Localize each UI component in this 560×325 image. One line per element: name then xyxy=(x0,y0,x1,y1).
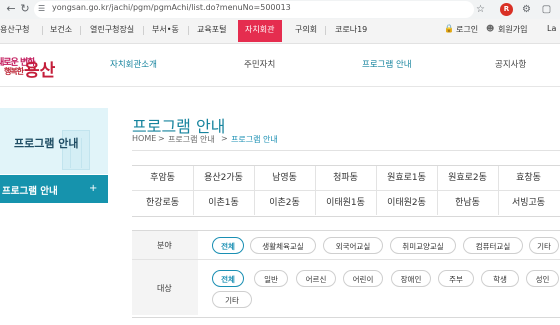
site-info-icon[interactable]: ☰ xyxy=(38,3,49,14)
logo-slogan-2: 행복한 xyxy=(4,67,24,76)
extension-icon[interactable]: R xyxy=(500,3,513,16)
govbar-item-gu-office[interactable]: 용산구청 xyxy=(0,24,29,35)
cell-divider xyxy=(498,166,499,190)
dong-button[interactable]: 이촌1동 xyxy=(193,191,254,215)
cell-divider xyxy=(254,166,255,190)
field-label: 분야 xyxy=(157,241,172,250)
sidepanel-icon[interactable]: ▢ xyxy=(540,3,553,16)
target-chip-all[interactable]: 전체 xyxy=(212,270,244,287)
breadcrumb-item[interactable]: 프로그램 안내 xyxy=(168,134,215,145)
url-text[interactable]: yongsan.go.kr/jachi/pgm/pgmAchi/list.do?… xyxy=(52,3,291,12)
field-chip-computer[interactable]: 컴퓨터교실 xyxy=(463,237,523,254)
breadcrumb-current: 프로그램 안내 xyxy=(231,135,278,144)
header-divider xyxy=(0,86,560,87)
target-chip-student[interactable]: 학생 xyxy=(481,270,519,287)
field-chip-sports[interactable]: 생활체육교실 xyxy=(250,237,316,254)
cell-divider xyxy=(254,191,255,215)
login-link[interactable]: 로그인 xyxy=(456,24,478,35)
divider xyxy=(188,26,189,35)
plus-icon[interactable]: + xyxy=(89,183,97,194)
target-chip-seniors[interactable]: 어르신 xyxy=(296,270,336,287)
dong-button[interactable]: 서빙고동 xyxy=(498,191,559,215)
dong-button[interactable]: 원효로1동 xyxy=(376,166,437,190)
target-chip-homemaker[interactable]: 주부 xyxy=(438,270,474,287)
dong-button[interactable]: 이촌2동 xyxy=(254,191,315,215)
title-divider xyxy=(132,150,560,151)
user-icon: ☻ xyxy=(486,24,495,33)
language-select[interactable]: La xyxy=(547,24,556,33)
field-chip-language[interactable]: 외국어교실 xyxy=(323,237,383,254)
govbar-item-mayor-office[interactable]: 열린구청장실 xyxy=(90,24,134,35)
dong-button[interactable]: 한강로동 xyxy=(132,191,193,215)
govbar-item-jachi[interactable]: 자치회관 xyxy=(245,24,274,35)
target-chip-children[interactable]: 어린이 xyxy=(343,270,383,287)
govbar-item-covid[interactable]: 코로나19 xyxy=(335,24,367,35)
divider xyxy=(42,26,43,35)
lock-icon: 🔒 xyxy=(444,24,454,33)
target-label: 대상 xyxy=(157,284,172,293)
divider xyxy=(143,26,144,35)
divider xyxy=(325,26,326,35)
bookmark-star-icon[interactable]: ☆ xyxy=(474,3,487,16)
sidebar-item-label[interactable]: 프로그램 안내 xyxy=(2,183,58,197)
cell-divider xyxy=(193,166,194,190)
dong-button[interactable]: 원효로2동 xyxy=(437,166,498,190)
govbar-item-departments[interactable]: 부서•동 xyxy=(152,24,179,35)
target-chip-adult[interactable]: 성인 xyxy=(526,270,559,287)
nav-jumin[interactable]: 주민자치 xyxy=(244,58,275,70)
nav-notice[interactable]: 공지사항 xyxy=(495,58,526,70)
filter-row-divider xyxy=(132,259,560,260)
dong-button[interactable]: 용산2가동 xyxy=(193,166,254,190)
cell-divider xyxy=(376,166,377,190)
dong-button[interactable]: 청파동 xyxy=(315,166,376,190)
dong-button[interactable]: 효창동 xyxy=(498,166,559,190)
cell-divider xyxy=(315,191,316,215)
breadcrumb-sep: > xyxy=(221,134,228,143)
govbar-item-health-center[interactable]: 보건소 xyxy=(50,24,72,35)
site-logo[interactable]: 용산 xyxy=(24,56,55,81)
field-chip-all[interactable]: 전체 xyxy=(212,237,244,254)
govbar-item-council[interactable]: 구의회 xyxy=(295,24,317,35)
divider xyxy=(80,26,81,35)
nav-about[interactable]: 자치회관소개 xyxy=(110,58,157,70)
target-chip-disabled[interactable]: 장애인 xyxy=(391,270,431,287)
cell-divider xyxy=(437,166,438,190)
field-chip-etc[interactable]: 기타 xyxy=(529,237,559,254)
govbar-item-education[interactable]: 교육포털 xyxy=(197,24,226,35)
dong-button[interactable]: 남영동 xyxy=(254,166,315,190)
dong-button[interactable]: 한남동 xyxy=(437,191,498,215)
extensions-puzzle-icon[interactable]: ⚙ xyxy=(520,3,533,16)
breadcrumb-home[interactable]: HOME xyxy=(132,134,156,143)
nav-programs[interactable]: 프로그램 안내 xyxy=(362,58,412,70)
cell-divider xyxy=(376,191,377,215)
sidebar-title: 프로그램 안내 xyxy=(14,137,79,150)
cell-divider xyxy=(315,166,316,190)
target-chip-general[interactable]: 일반 xyxy=(254,270,288,287)
dong-button[interactable]: 후암동 xyxy=(132,166,193,190)
breadcrumb-sep: > xyxy=(158,134,165,143)
cell-divider xyxy=(193,191,194,215)
reload-icon[interactable]: ↻ xyxy=(18,2,32,16)
cell-divider xyxy=(437,191,438,215)
target-chip-etc[interactable]: 기타 xyxy=(212,291,252,308)
join-link[interactable]: 회원가입 xyxy=(498,24,527,35)
cell-divider xyxy=(498,191,499,215)
field-chip-hobby[interactable]: 취미교양교실 xyxy=(390,237,456,254)
dong-button[interactable]: 이태원2동 xyxy=(376,191,437,215)
dong-button[interactable]: 이태원1동 xyxy=(315,191,376,215)
back-icon[interactable]: ← xyxy=(4,2,18,16)
